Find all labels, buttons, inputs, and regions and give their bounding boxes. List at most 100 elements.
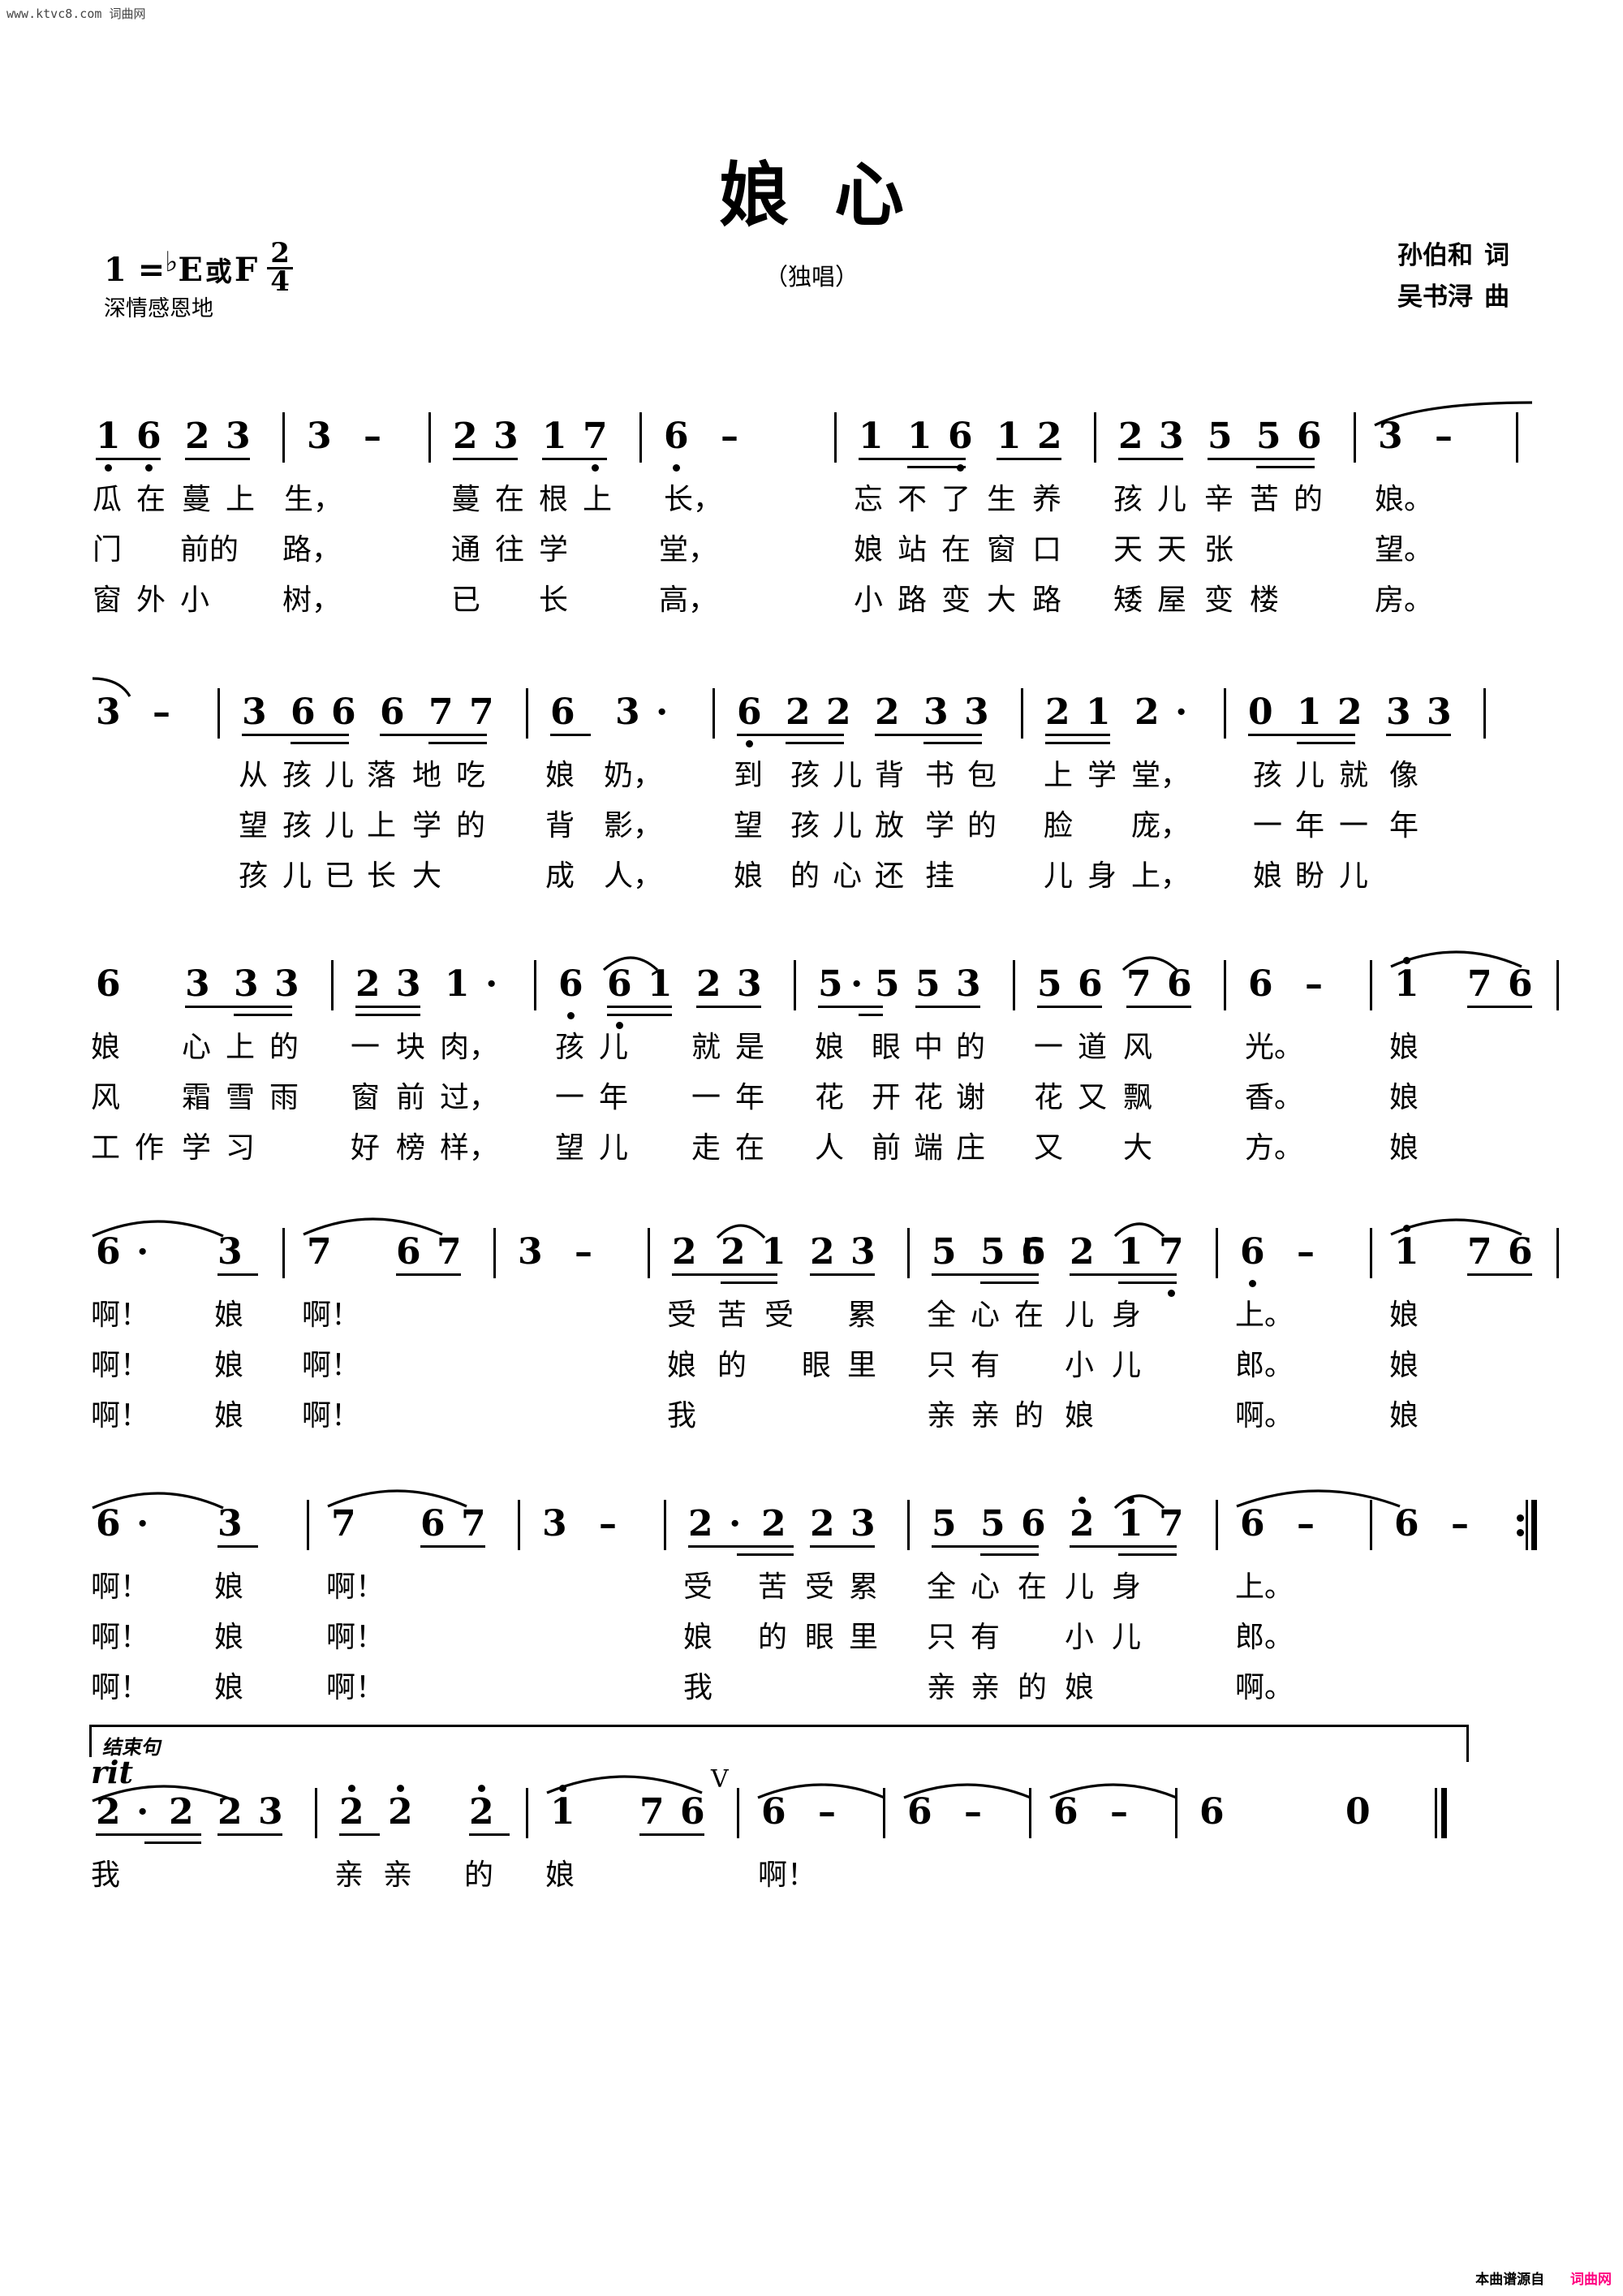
lyric-syllable: 儿 <box>1295 759 1325 792</box>
lyric-row: 啊！ 娘 啊！ 娘 的眼里 只有 小儿 郎。 <box>0 1622 1623 1664</box>
lyric-syllable: 眼 <box>805 1621 835 1654</box>
lyric-syllable: 年 <box>1389 809 1419 842</box>
lyric-syllable: 堂， <box>1131 759 1190 792</box>
beam-line <box>396 1273 461 1276</box>
lyric-syllable: 娘 <box>214 1570 244 1604</box>
lyric-syllable: 儿 <box>1065 1299 1095 1332</box>
barline <box>794 960 796 1010</box>
note-3: 3 <box>850 1231 876 1273</box>
lyric-syllable: 只 <box>927 1349 957 1382</box>
lyric-syllable: 心 <box>971 1299 1001 1332</box>
beam-line <box>1467 1006 1532 1008</box>
lyric-syllable: 盼 <box>1295 859 1325 893</box>
lyric-row: 瓜在蔓上生，蔓在根上长，忘不了生养孩儿辛苦的娘。 <box>0 484 1623 526</box>
lyric-syllable: 的 <box>790 859 820 893</box>
lyric-syllable: 的 <box>717 1349 747 1382</box>
sheet-music-page: www.ktvc8.com 词曲网 本曲谱源自 词曲网 娘心 （独唱） 1 = … <box>0 0 1623 2296</box>
beam-line <box>1208 458 1315 460</box>
beam-line <box>96 458 161 460</box>
lyric-syllable: 苦 <box>758 1570 788 1604</box>
composer-line: 吴书浔曲 <box>1397 277 1509 318</box>
note-row: 6 · 3 7 6 7 3–2 · 2 2 3 5 5 6 2 1 7 6–6– <box>0 1489 1623 1563</box>
barline <box>315 1788 317 1838</box>
note-3: 3 <box>234 963 259 1005</box>
note-3: 3 <box>274 963 299 1005</box>
barline <box>534 960 536 1010</box>
slur <box>1121 956 1178 971</box>
lyric-syllable: 往 <box>495 533 525 566</box>
lyric-syllable: 亲 <box>971 1671 1001 1704</box>
lyric-syllable: 在 <box>1018 1570 1048 1604</box>
lyric-syllable: 前的 <box>180 533 239 566</box>
beam-line <box>217 1545 258 1548</box>
note-6: 6 <box>331 691 356 733</box>
beam-line <box>1297 742 1355 744</box>
system-4: 6 · 3 7 6 7 3–2 2 1 2 3 5 5 5 6 2 1 7 6–1 7 6 啊！娘啊！受苦受累全心在儿身上… <box>0 1217 1623 1467</box>
lyric-syllable: 孩 <box>282 809 312 842</box>
note-2: 2 <box>453 416 478 457</box>
octave-dot-low <box>592 464 599 472</box>
barline <box>526 688 528 739</box>
beam-line <box>980 1553 1039 1556</box>
lyric-syllable: 眼 <box>872 1031 902 1064</box>
octave-dot-high <box>478 1785 485 1792</box>
note-3: 3 <box>964 691 989 733</box>
lyric-syllable: 全 <box>927 1570 957 1604</box>
note-7: 7 <box>469 691 494 733</box>
note-2: 2 <box>1045 691 1070 733</box>
barline <box>282 1228 285 1278</box>
lyric-syllable: 娘 <box>214 1349 244 1382</box>
barline <box>1216 1228 1218 1278</box>
note-1: 1 <box>445 963 470 1005</box>
note-3: 3 <box>226 416 251 457</box>
octave-dot-low <box>957 464 964 472</box>
lyric-syllable: 飘 <box>1123 1081 1153 1114</box>
slur <box>327 1489 467 1508</box>
lyric-row: 门前的 路，通往学堂，娘站在窗口天天张望。 <box>0 534 1623 576</box>
lyricist-name: 孙伯和 <box>1397 241 1473 270</box>
lyric-syllable: 样， <box>440 1131 499 1165</box>
lyric-syllable: 啊！ <box>326 1621 385 1654</box>
lyric-syllable: 已 <box>451 584 481 617</box>
beam-line <box>672 1273 777 1276</box>
note-6: 6 <box>1297 416 1322 457</box>
watermark-bottom-prefix: 本曲谱源自 <box>1475 2272 1545 2288</box>
note-5: 5 <box>875 963 900 1005</box>
lyric-syllable: 孩 <box>1113 483 1143 516</box>
lyric-syllable: 娘 <box>1389 1399 1419 1432</box>
octave-dot-low <box>1168 1290 1175 1297</box>
beam-line <box>1118 1553 1177 1556</box>
beam-line <box>818 1006 883 1008</box>
note-1: 1 <box>907 416 932 457</box>
lyric-syllable: 上 <box>226 1031 256 1064</box>
lyric-syllable: 儿 <box>833 759 863 792</box>
coda-bracket <box>89 1725 1469 1762</box>
lyric-syllable: 庞， <box>1131 809 1190 842</box>
barline <box>664 1500 666 1550</box>
lyric-syllable: 端 <box>914 1131 944 1165</box>
lyric-syllable: 人 <box>815 1131 845 1165</box>
lyric-syllable: 前 <box>396 1081 426 1114</box>
lyric-syllable: 工 <box>91 1131 121 1165</box>
octave-dot-low <box>567 1012 575 1019</box>
lyric-syllable: 娘。 <box>1375 483 1434 516</box>
note-6: 6 <box>550 691 575 733</box>
lyric-syllable: 过， <box>440 1081 499 1114</box>
note-5: 5 <box>980 1231 1005 1273</box>
note-7: 7 <box>437 1231 462 1273</box>
lyric-syllable: 娘 <box>815 1031 845 1064</box>
lyric-syllable: 小 <box>1065 1621 1095 1654</box>
beam-line <box>1118 458 1183 460</box>
key-signature-or: 或 <box>204 256 232 288</box>
beam-line <box>1118 1282 1177 1284</box>
note-2: 2 <box>388 1791 413 1833</box>
lyric-syllable: 的 <box>269 1031 299 1064</box>
lyric-syllable: 孩 <box>790 809 820 842</box>
beam-line <box>1386 734 1451 736</box>
composer-name: 吴书浔 <box>1397 282 1473 312</box>
augmentation-dot: · <box>1175 691 1188 733</box>
lyric-syllable: 儿 <box>1044 859 1074 893</box>
key-signature-prefix: 1 = <box>104 250 166 289</box>
lyric-syllable: 心 <box>182 1031 212 1064</box>
beam-line <box>234 1014 292 1016</box>
